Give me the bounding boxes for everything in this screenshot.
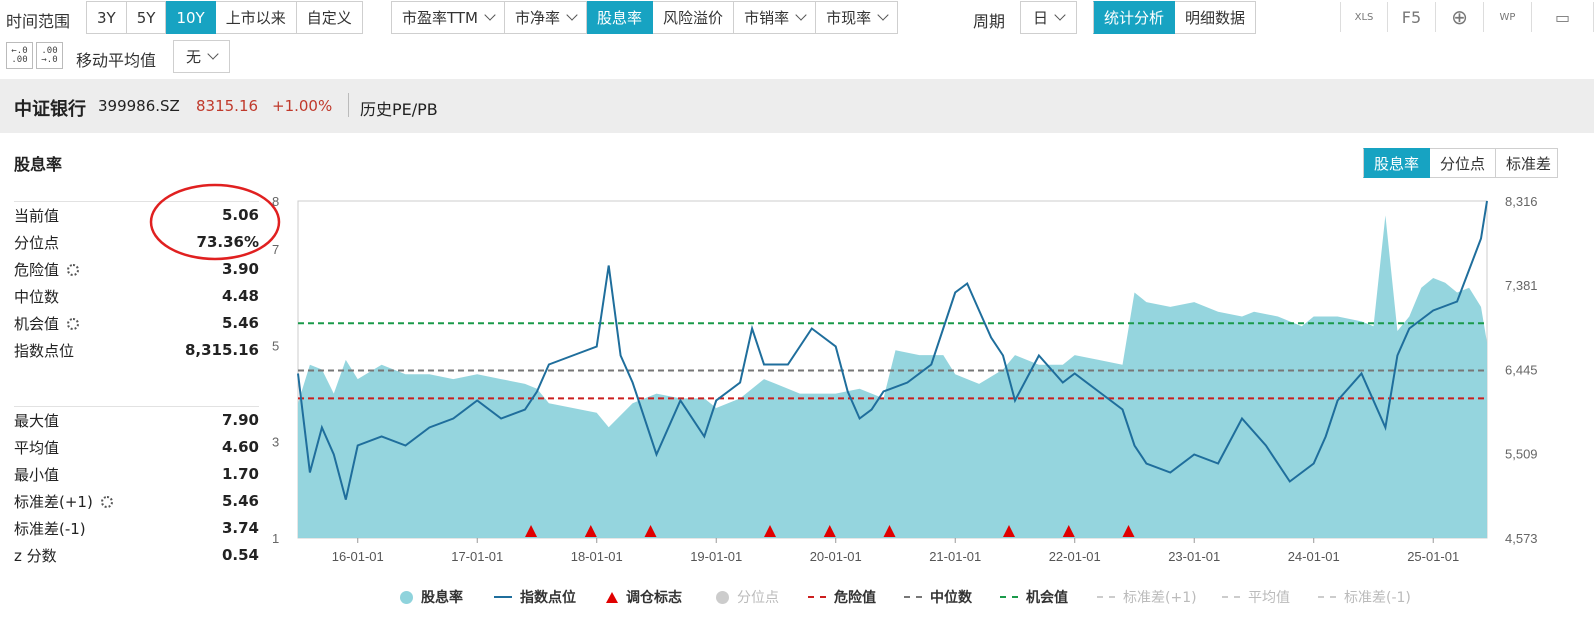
legend-swatch [1222,596,1240,598]
x-tick-label: 18-01-01 [571,549,623,564]
legend-item[interactable]: 指数点位 [494,587,576,607]
legend-label: 中位数 [930,590,972,606]
legend-label: 危险值 [834,590,876,606]
x-tick-label: 20-01-01 [810,549,862,564]
x-tick-label: 17-01-01 [451,549,503,564]
y-right-tick-label: 4,573 [1505,531,1538,546]
legend-label: 指数点位 [520,590,576,606]
dividend-yield-chart: 1 3 5 7 8 4,573 5,509 6,445 7,381 8,316 16-01-01 17… [272,194,1538,564]
legend-label: 机会值 [1026,590,1068,606]
legend-label: 分位点 [737,590,779,606]
y-left-tick-label: 8 [272,194,279,209]
legend-item[interactable]: 平均值 [1222,587,1290,607]
x-tick-label: 23-01-01 [1168,549,1220,564]
x-tick-label: 24-01-01 [1288,549,1340,564]
y-right-tick-label: 5,509 [1505,447,1538,462]
legend-swatch [494,596,512,598]
y-left-tick-label: 3 [272,435,279,450]
legend-item[interactable]: 股息率 [400,587,463,607]
legend-item[interactable]: 调仓标志 [606,587,682,607]
legend-label: 平均值 [1248,590,1290,606]
y-left-tick-label: 5 [272,338,279,353]
legend-item[interactable]: 标准差(-1) [1318,587,1411,607]
legend-item[interactable]: 标准差(+1) [1097,587,1197,607]
legend-swatch [606,591,618,603]
legend-item[interactable]: 危险值 [808,587,876,607]
legend-swatch [904,596,922,598]
y-left-tick-label: 1 [272,531,279,546]
x-tick-label: 22-01-01 [1049,549,1101,564]
legend-label: 调仓标志 [626,590,682,606]
legend-swatch [716,590,729,604]
legend-swatch [808,596,826,598]
y-right-tick-label: 6,445 [1505,362,1538,377]
x-tick-label: 21-01-01 [929,549,981,564]
legend-swatch [1097,596,1115,598]
y-left-tick-label: 7 [272,242,279,257]
legend-label: 股息率 [421,590,463,606]
legend-item[interactable]: 分位点 [716,587,779,607]
y-right-tick-label: 8,316 [1505,194,1538,209]
legend-label: 标准差(+1) [1123,590,1197,606]
legend-swatch [1000,596,1018,598]
legend-label: 标准差(-1) [1344,590,1411,606]
x-tick-label: 25-01-01 [1407,549,1459,564]
legend-item[interactable]: 中位数 [904,587,972,607]
y-right-tick-label: 7,381 [1505,278,1538,293]
legend-item[interactable]: 机会值 [1000,587,1068,607]
legend-swatch [400,590,413,604]
x-tick-label: 16-01-01 [332,549,384,564]
legend-swatch [1318,596,1336,598]
x-tick-label: 19-01-01 [690,549,742,564]
